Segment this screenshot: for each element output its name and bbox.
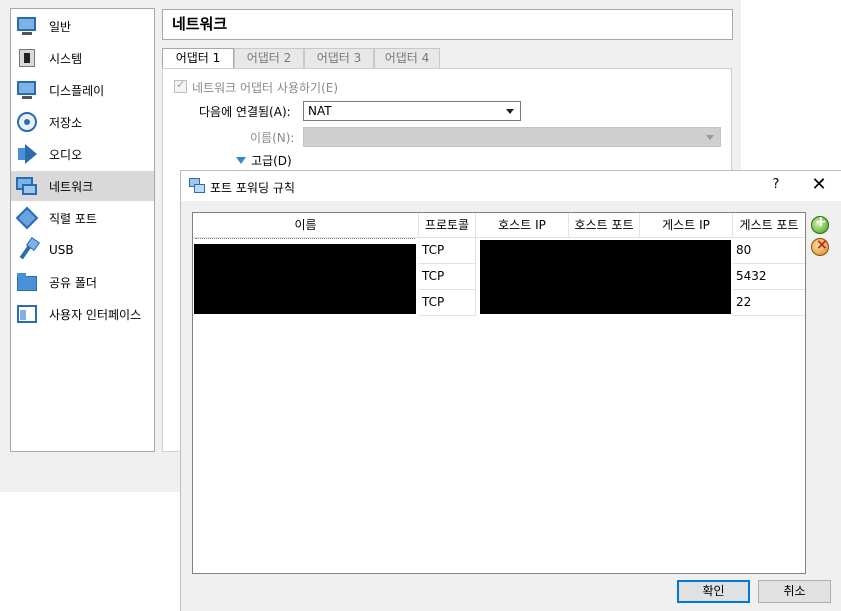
name-label: 이름(N): xyxy=(250,131,295,145)
column-header-guest-port[interactable]: 게스트 포트 xyxy=(733,213,805,238)
column-header-protocol[interactable]: 프로토콜 xyxy=(419,213,476,238)
sidebar-item-label: 시스템 xyxy=(49,51,83,66)
help-button[interactable]: ? xyxy=(766,177,786,195)
serial-port-icon xyxy=(15,206,39,230)
ok-button[interactable]: 확인 xyxy=(677,580,750,603)
close-button[interactable]: ✕ xyxy=(809,175,829,195)
section-title: 네트워크 xyxy=(162,9,733,40)
port-forwarding-table: 이름 프로토콜 호스트 IP 호스트 포트 게스트 IP 게스트 포트 TCP … xyxy=(192,212,806,574)
network-icon xyxy=(189,178,205,194)
column-header-guest-ip[interactable]: 게스트 IP xyxy=(640,213,733,238)
sidebar-item-network[interactable]: 네트워크 xyxy=(11,171,154,201)
sidebar-item-label: 오디오 xyxy=(49,147,83,162)
advanced-toggle[interactable]: 고급(D) xyxy=(236,152,292,169)
cancel-button[interactable]: 취소 xyxy=(758,580,831,603)
attached-to-select[interactable]: NAT xyxy=(303,101,521,121)
column-header-name[interactable]: 이름 xyxy=(193,213,419,238)
chip-icon xyxy=(15,46,39,70)
advanced-label: 고급(D) xyxy=(251,154,292,168)
sidebar-item-system[interactable]: 시스템 xyxy=(11,43,154,73)
redacted-ip-port-cells xyxy=(480,240,731,314)
checkbox-checked-icon xyxy=(174,78,187,93)
dialog-titlebar: 포트 포워딩 규칙 ? ✕ xyxy=(181,171,841,201)
tab-adapter-4[interactable]: 어댑터 4 xyxy=(374,48,440,68)
sidebar-item-serial-ports[interactable]: 직렬 포트 xyxy=(11,203,154,233)
table-cell-guest-port[interactable]: 80 xyxy=(733,238,805,264)
attached-to-value: NAT xyxy=(308,104,332,118)
sidebar-item-label: 디스플레이 xyxy=(49,83,105,98)
sidebar-item-label: 직렬 포트 xyxy=(49,211,97,226)
add-rule-icon[interactable] xyxy=(811,214,829,234)
tab-adapter-1[interactable]: 어댑터 1 xyxy=(162,48,234,69)
user-interface-icon xyxy=(15,302,39,326)
table-cell-protocol[interactable]: TCP xyxy=(419,238,476,264)
redacted-name-cells xyxy=(194,244,416,314)
network-icon xyxy=(15,174,39,198)
sidebar-item-general[interactable]: 일반 xyxy=(11,11,154,41)
table-cell-protocol[interactable]: TCP xyxy=(419,290,476,316)
folder-icon xyxy=(15,270,39,294)
port-forwarding-dialog: 포트 포워딩 규칙 ? ✕ 이름 프로토콜 호스트 IP 호스트 포트 게스트 … xyxy=(180,170,841,611)
attached-to-label: 다음에 연결됨(A): xyxy=(199,105,291,119)
sidebar-item-label: 저장소 xyxy=(49,115,83,130)
table-cell-protocol[interactable]: TCP xyxy=(419,264,476,290)
settings-sidebar: 일반 시스템 디스플레이 저장소 오디오 네트워크 직렬 포트 USB 공유 폴… xyxy=(10,8,155,452)
tab-adapter-3[interactable]: 어댑터 3 xyxy=(304,48,374,68)
monitor-icon xyxy=(15,78,39,102)
table-cell-guest-port[interactable]: 5432 xyxy=(733,264,805,290)
enable-adapter-checkbox[interactable]: 네트워크 어댑터 사용하기(E) xyxy=(174,78,339,96)
sidebar-item-display[interactable]: 디스플레이 xyxy=(11,75,154,105)
disk-icon xyxy=(15,110,39,134)
monitor-icon xyxy=(15,14,39,38)
sidebar-item-storage[interactable]: 저장소 xyxy=(11,107,154,137)
sidebar-item-shared-folders[interactable]: 공유 폴더 xyxy=(11,267,154,297)
remove-rule-icon[interactable] xyxy=(811,237,829,256)
column-header-host-port[interactable]: 호스트 포트 xyxy=(569,213,640,238)
name-select[interactable] xyxy=(303,127,721,147)
sidebar-item-label: 네트워크 xyxy=(49,179,94,194)
speaker-icon xyxy=(15,142,39,166)
tab-adapter-2[interactable]: 어댑터 2 xyxy=(234,48,304,68)
table-cell-guest-port[interactable]: 22 xyxy=(733,290,805,316)
column-header-host-ip[interactable]: 호스트 IP xyxy=(476,213,569,238)
sidebar-item-audio[interactable]: 오디오 xyxy=(11,139,154,169)
sidebar-item-label: USB xyxy=(49,243,74,257)
chevron-down-icon xyxy=(706,135,714,140)
sidebar-item-label: 일반 xyxy=(49,19,72,34)
sidebar-item-label: 사용자 인터페이스 xyxy=(49,307,142,322)
focus-indicator xyxy=(195,238,415,239)
chevron-down-icon xyxy=(506,109,514,114)
expand-triangle-icon xyxy=(236,157,246,164)
sidebar-item-label: 공유 폴더 xyxy=(49,275,97,290)
sidebar-item-user-interface[interactable]: 사용자 인터페이스 xyxy=(11,299,154,329)
usb-icon xyxy=(15,238,39,262)
enable-adapter-label: 네트워크 어댑터 사용하기(E) xyxy=(192,81,339,95)
sidebar-item-usb[interactable]: USB xyxy=(11,235,154,265)
dialog-title: 포트 포워딩 규칙 xyxy=(210,181,295,195)
